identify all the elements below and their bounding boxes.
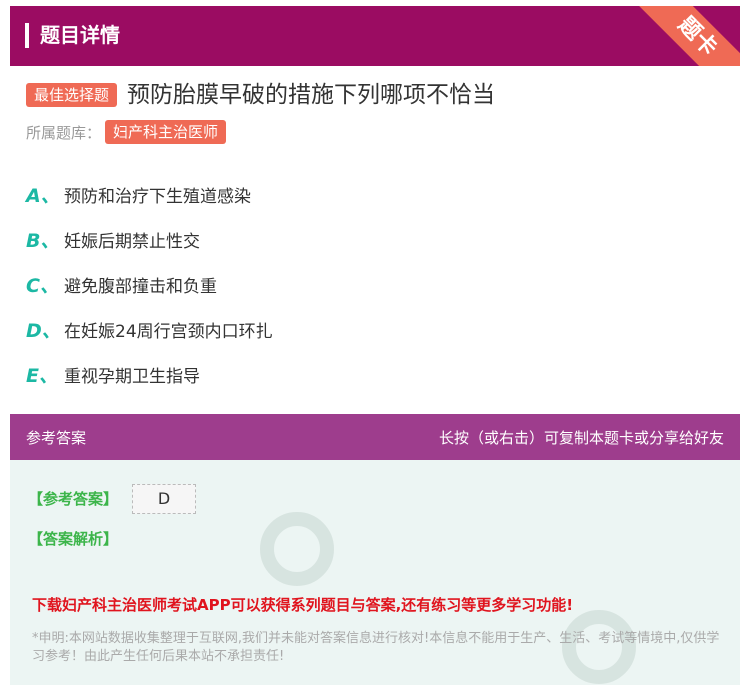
option-e[interactable]: E、 重视孕期卫生指导 [26,352,273,397]
option-d[interactable]: D、 在妊娠24周行宫颈内口环扎 [26,307,273,352]
question-card-ribbon[interactable]: 题卡 [623,6,740,66]
answer-value: D [132,484,196,514]
option-letter: D、 [26,320,61,342]
question-row: 最佳选择题 预防胎膜早破的措施下列哪项不恰当 [26,80,495,110]
header-accent-bar [25,23,29,48]
question-type-badge: 最佳选择题 [26,83,118,107]
app-download-promo[interactable]: 下载妇产科主治医师考试APP可以获得系列题目与答案,还有练习等更多学习功能! [32,594,573,615]
answer-section-title: 参考答案 [26,429,87,447]
answer-panel: 【参考答案】 D 【答案解析】 下载妇产科主治医师考试APP可以获得系列题目与答… [10,460,740,685]
option-text: 避免腹部撞击和负重 [64,277,217,297]
page-title: 题目详情 [40,23,120,47]
analysis-label: 【答案解析】 [28,530,119,548]
answer-header-bar: 参考答案 长按（或右击）可复制本题卡或分享给好友 [10,414,740,460]
option-letter: E、 [26,365,58,387]
option-text: 妊娠后期禁止性交 [64,232,200,252]
option-letter: C、 [26,275,59,297]
option-letter: A、 [26,185,60,207]
page-header: 题目详情 题卡 [10,6,740,66]
question-text: 预防胎膜早破的措施下列哪项不恰当 [127,82,496,108]
option-text: 在妊娠24周行宫颈内口环扎 [64,322,273,342]
options-list: A、 预防和治疗下生殖道感染 B、 妊娠后期禁止性交 C、 避免腹部撞击和负重 … [26,172,273,397]
watermark-logo [260,512,334,586]
option-b[interactable]: B、 妊娠后期禁止性交 [26,217,273,262]
option-c[interactable]: C、 避免腹部撞击和负重 [26,262,273,307]
disclaimer-text: *申明:本网站数据收集整理于互联网,我们并未能对答案信息进行核对!本信息不能用于… [32,631,720,664]
question-bank-label: 所属题库： [26,123,102,142]
question-bank-tag[interactable]: 妇产科主治医师 [105,120,227,144]
option-letter: B、 [26,230,60,252]
option-text: 重视孕期卫生指导 [64,367,200,387]
option-text: 预防和治疗下生殖道感染 [64,187,251,207]
option-a[interactable]: A、 预防和治疗下生殖道感染 [26,172,273,217]
answer-label: 【参考答案】 [28,490,119,508]
share-hint: 长按（或右击）可复制本题卡或分享给好友 [438,429,724,447]
question-bank-row: 所属题库： 妇产科主治医师 [26,120,227,144]
